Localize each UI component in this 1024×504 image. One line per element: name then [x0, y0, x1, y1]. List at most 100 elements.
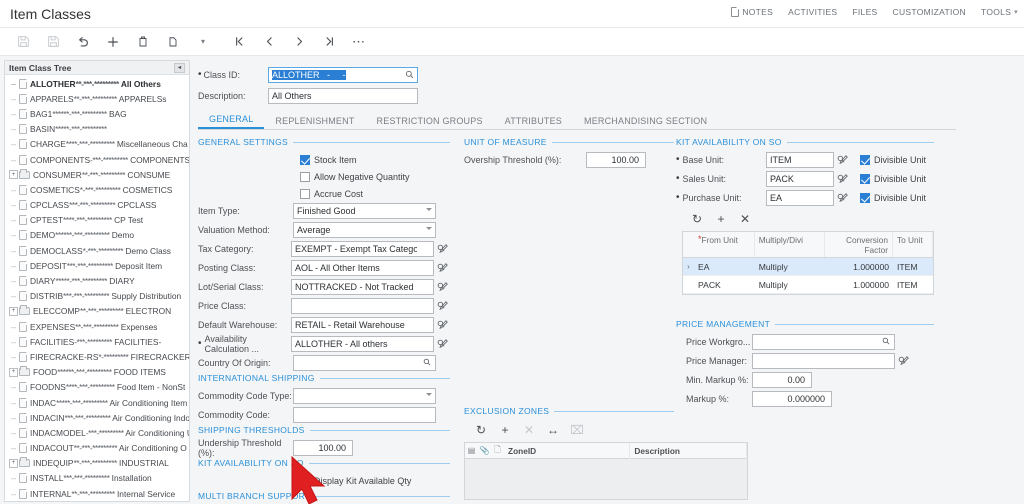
class-id-input[interactable] — [268, 67, 418, 83]
tree-node-facilities[interactable]: – FACILITIES-***-********* FACILITIES- — [5, 334, 189, 349]
unit-input[interactable] — [766, 151, 834, 168]
column-header-zoneid[interactable]: ZoneID — [504, 442, 631, 459]
checkbox-allow-negative-quantity[interactable]: Allow Negative Quantity — [300, 168, 450, 185]
tab-attributes[interactable]: ATTRIBUTES — [494, 116, 573, 129]
note-icon[interactable]: 🗋 — [491, 444, 504, 458]
tree-node-food[interactable]: + FOOD******-***-********* FOOD ITEMS — [5, 365, 189, 380]
checkbox-display-kit-available-qty[interactable]: Display Kit Available Qty — [300, 472, 450, 489]
field-item-type-select[interactable] — [293, 202, 436, 219]
field-default-warehouse-input[interactable] — [291, 316, 434, 333]
undo-button[interactable] — [68, 29, 98, 55]
add-button[interactable] — [98, 29, 128, 55]
tree-node-expenses[interactable]: – EXPENSES**-***-********* Expenses — [5, 319, 189, 334]
checkbox-divisible-unit-box[interactable] — [860, 192, 870, 203]
tree-node-democlass[interactable]: – DEMOCLASS*-***-********* Demo Class — [5, 243, 189, 258]
lookup-icon[interactable] — [436, 319, 447, 330]
description-input[interactable] — [268, 88, 418, 104]
tree-node-kira[interactable]: –KIRA******-***-********* KIRA — [5, 501, 189, 502]
tree-node-deposit[interactable]: – DEPOSIT***-***-********* Deposit Item — [5, 258, 189, 273]
checkbox-divisible-unit-2[interactable]: Divisible Unit — [860, 189, 926, 206]
attachment-icon[interactable]: 📎 — [478, 446, 491, 455]
field-tax-category-input[interactable] — [291, 240, 434, 257]
lookup-icon[interactable] — [881, 336, 892, 347]
expand-icon[interactable]: + — [9, 306, 18, 316]
unit-input[interactable] — [766, 170, 834, 187]
refresh-button[interactable]: ↻ — [470, 421, 492, 439]
add-row-button[interactable]: + — [710, 210, 732, 228]
tab-restriction-groups[interactable]: RESTRICTION GROUPS — [366, 116, 494, 129]
field-markup-input[interactable] — [752, 390, 832, 407]
field-commodity-code-input[interactable] — [293, 406, 436, 423]
tree-node-distrib[interactable]: – DISTRIB***-***-********* Supply Distrib… — [5, 289, 189, 304]
delete-row-button[interactable]: ✕ — [518, 421, 540, 439]
lookup-icon[interactable] — [436, 243, 447, 254]
header-menu-files[interactable]: FILES — [852, 7, 877, 17]
field-country-of-origin-input[interactable] — [293, 354, 436, 371]
tree-node-cpclass[interactable]: – CPCLASS***-***-********* CPCLASS — [5, 198, 189, 213]
checkbox-divisible-unit-1[interactable]: Divisible Unit — [860, 170, 926, 187]
lookup-icon[interactable] — [897, 355, 908, 366]
lookup-icon[interactable] — [436, 300, 447, 311]
lookup-icon[interactable] — [836, 154, 847, 165]
tree-node-consumer[interactable]: + CONSUMER**-***-********* CONSUME — [5, 167, 189, 182]
grid-settings-icon[interactable]: ▤ — [465, 446, 478, 455]
field-commodity-code-type-select[interactable] — [293, 387, 436, 404]
tree-node-eleccomp[interactable]: + ELECCOMP**-***-********* ELECTRON — [5, 304, 189, 319]
tree-node-basin[interactable]: – BASIN*****-***-********* — [5, 122, 189, 137]
delete-row-button[interactable]: ✕ — [734, 210, 756, 228]
field-availability-calculation-input[interactable] — [291, 335, 434, 352]
expand-icon[interactable]: + — [9, 170, 18, 180]
checkbox-stock-item[interactable]: Stock Item — [300, 151, 450, 168]
field-price-workgro-input[interactable] — [752, 333, 895, 350]
checkbox-accrue-cost-box[interactable] — [300, 188, 310, 199]
unit-input[interactable] — [766, 189, 834, 206]
tree-node-diary[interactable]: – DIARY*****-***-********* DIARY — [5, 273, 189, 288]
first-record-button[interactable] — [224, 29, 254, 55]
last-record-button[interactable] — [314, 29, 344, 55]
copy-paste-button[interactable] — [158, 29, 188, 55]
fit-columns-button[interactable]: ↔ — [542, 421, 564, 439]
tree-node-cosmetics[interactable]: – COSMETICS*-***-********* COSMETICS — [5, 182, 189, 197]
header-menu-activities[interactable]: ACTIVITIES — [788, 7, 837, 17]
tree-node-indacin[interactable]: – INDACIN***-***-********* Air Conditioni… — [5, 410, 189, 425]
column-header-from-unit[interactable]: * From Unit — [694, 232, 755, 257]
checkbox-divisible-unit-0[interactable]: Divisible Unit — [860, 151, 926, 168]
tree-node-internal[interactable]: – INTERNAL**-***-********* Internal Servi… — [5, 486, 189, 501]
tab-replenishment[interactable]: REPLENISHMENT — [264, 116, 365, 129]
delete-button[interactable] — [128, 29, 158, 55]
tree-node-indequip[interactable]: + INDEQUIP**-***-********* INDUSTRIAL — [5, 456, 189, 471]
field-overship-threshold-input[interactable] — [586, 151, 646, 168]
tree-node-apparels[interactable]: – APPARELS**-***-********* APPARELSs — [5, 91, 189, 106]
field-price-class-input[interactable] — [291, 297, 434, 314]
tree-node-demo[interactable]: – DEMO******-***-********* Demo — [5, 228, 189, 243]
column-header-multiply-divi[interactable]: Multiply/Divi — [755, 232, 825, 257]
tab-merchandising-section[interactable]: MERCHANDISING SECTION — [573, 116, 718, 129]
lookup-icon[interactable] — [836, 173, 847, 184]
tree-node-install[interactable]: – INSTALL***-***-********* Installation — [5, 471, 189, 486]
expand-icon[interactable]: + — [9, 458, 18, 468]
checkbox-divisible-unit-box[interactable] — [860, 154, 870, 165]
copy-paste-dropdown[interactable]: ▾ — [188, 29, 218, 55]
save-button[interactable] — [8, 29, 38, 55]
tree-node-charge[interactable]: – CHARGE****-***-********* Miscellaneous … — [5, 137, 189, 152]
tree-node-firecracke-rs[interactable]: – FIRECRACKE-RS*-********* FIRECRACKER — [5, 349, 189, 364]
more-actions-button[interactable]: ⋯ — [344, 29, 374, 55]
table-row[interactable]: PACK Multiply 1.000000 ITEM — [683, 276, 933, 294]
lookup-icon[interactable] — [436, 281, 447, 292]
header-menu-customization[interactable]: CUSTOMIZATION — [893, 7, 966, 17]
tab-general[interactable]: GENERAL — [198, 114, 265, 129]
tree-node-components[interactable]: – COMPONENTS-***-********* COMPONENTS — [5, 152, 189, 167]
column-header-description[interactable]: Description — [630, 442, 747, 459]
column-header-conversion-factor[interactable]: Conversion Factor — [825, 232, 893, 257]
export-excel-button[interactable]: ⌧ — [566, 421, 588, 439]
checkbox-display-kit-available-qty-box[interactable] — [300, 475, 310, 486]
tree-node-foodns[interactable]: – FOODNS****-***-********* Food Item - No… — [5, 380, 189, 395]
field-price-manager-input[interactable] — [752, 352, 895, 369]
tree-node-indac[interactable]: – INDAC*****-***-********* Air Conditioni… — [5, 395, 189, 410]
refresh-button[interactable]: ↻ — [686, 210, 708, 228]
field-undership-threshold-input[interactable] — [293, 439, 353, 456]
tree-node-bag1[interactable]: – BAG1******-***-********* BAG — [5, 106, 189, 121]
table-row[interactable]: › EA Multiply 1.000000 ITEM — [683, 258, 933, 276]
checkbox-divisible-unit-box[interactable] — [860, 173, 870, 184]
column-header-to-unit[interactable]: To Unit — [893, 232, 933, 257]
